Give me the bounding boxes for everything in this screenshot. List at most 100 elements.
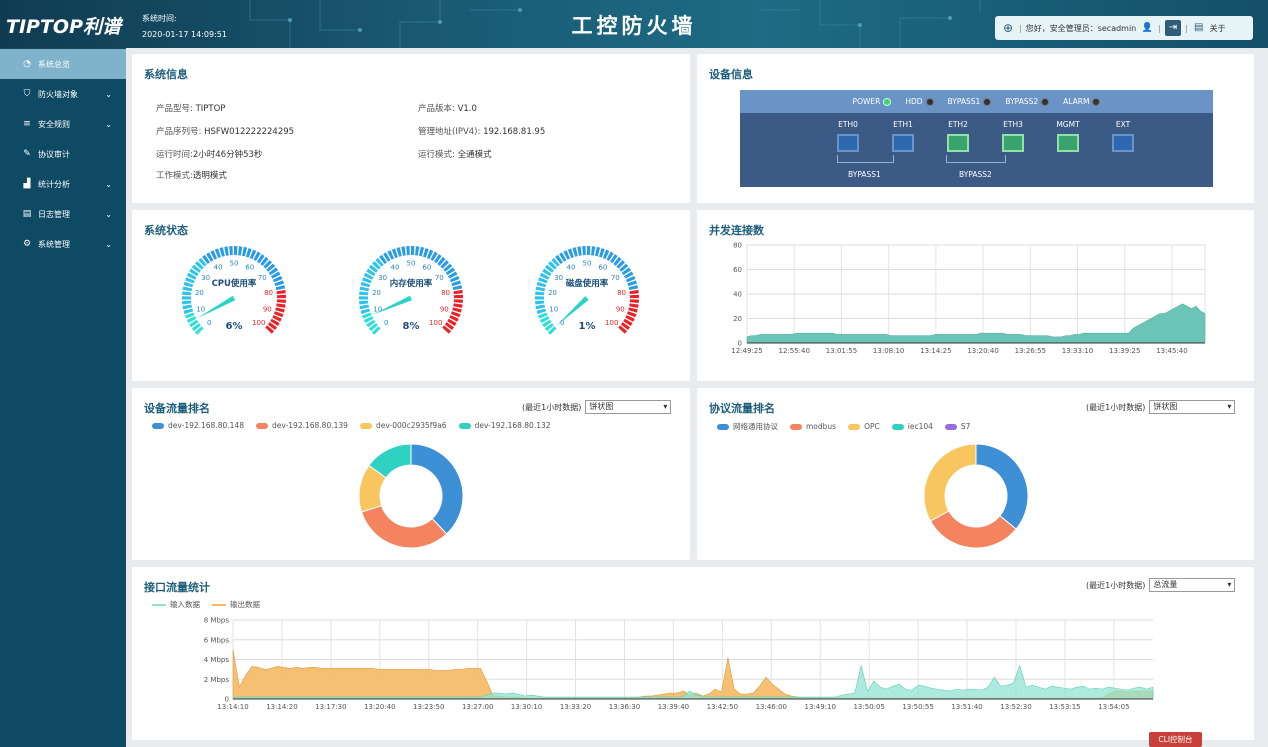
sidebar-item-2[interactable]: ≡ 安全规则 ⌄ [0,109,126,139]
globe-icon[interactable]: ⊕ [1001,21,1015,35]
sidebar-item-0[interactable]: ◔ 系统总览 [0,49,126,79]
gauge-segment [401,246,406,256]
gauge-segment [595,246,601,257]
gauge-tick-label: 100 [252,319,265,327]
gauge-segment [577,246,582,256]
bypass1-label: BYPASS1 [848,170,881,179]
gauge-tick-label: 10 [549,305,558,313]
run-mode-label: 运行模式: [418,150,455,160]
y-tick-label: 2 Mbps [204,676,230,684]
logout-icon[interactable]: ⇥ [1164,20,1181,36]
x-tick-label: 13:30:10 [511,703,542,711]
x-tick-label: 13:39:25 [1109,347,1140,355]
gauge-segment [276,299,286,304]
user-icon[interactable]: 👤 [1140,21,1154,35]
y-tick-label: 20 [733,315,742,323]
about-link[interactable]: 关于 [1210,23,1226,34]
app-header: TIPTOP利谱 系统时间: 2020-01-17 14:09:51 工控防火墙… [0,0,1268,48]
gauge: 010 20 30 40 50 60 70 80 90 100 CPU使用率 6% [182,246,286,335]
system-info-title: 系统信息 [144,68,188,81]
version-value: V1.0 [457,104,477,114]
port-icon[interactable] [1002,134,1024,152]
gauge-tick-label: 90 [440,305,449,313]
gauge-tick-label: 50 [583,260,592,268]
sidebar-item-4[interactable]: ▟ 统计分析 ⌄ [0,169,126,199]
gauge-tick-label: 100 [605,319,618,327]
model-value: TIPTOP [195,104,226,114]
gauge-label: CPU使用率 [212,278,257,289]
gauge-segment [453,294,463,299]
version-label: 产品版本: [418,104,455,114]
gauge-tick-label: 50 [407,260,416,268]
work-mode-label: 工作模式: [156,171,193,181]
x-tick-label: 13:20:40 [364,703,395,711]
led-dot [1041,98,1050,106]
led-dot [883,98,892,106]
protocol-traffic-pie [923,443,1029,549]
gauge-segment [629,303,639,308]
x-tick-label: 13:14:25 [920,347,951,355]
device-front-panel: POWER HDD BYPASS1 BYPASS2 ALARM ETH0 ETH1 ETH2… [740,90,1213,187]
sidebar-item-label: 协议审计 [38,149,70,159]
sidebar-item-6[interactable]: ⚙ 系统管理 ⌄ [0,229,126,259]
sidebar-item-1[interactable]: ⛉ 防火墙对象 ⌄ [0,79,126,109]
concurrent-panel: 并发连接数 0 20 40 60 80 12:49:25 12:55:40 13:01:55 1… [697,210,1254,381]
x-tick-label: 13:01:55 [826,347,857,355]
gauge-segment [406,246,410,256]
gauge-segment [219,247,225,257]
gauge-segment [453,299,463,304]
gauge-tick-label: 60 [422,263,431,271]
gauge-segment [182,296,192,300]
gauge-segment [415,246,420,256]
port-icon[interactable] [947,134,969,152]
x-tick-label: 13:50:05 [853,703,884,711]
x-tick-label: 13:20:40 [967,347,998,355]
gauge-value: 1% [579,321,596,332]
gauge-segment [411,246,415,256]
cli-console-button[interactable]: CLI控制台 [1149,732,1202,747]
gauge-segment [535,304,546,310]
user-toolbar: ⊕ | 您好，安全管理员：secadmin 👤 | ⇥ | ▤ 关于 [995,16,1253,40]
gauge-tick-label: 0 [207,319,211,327]
gauge-tick-label: 70 [611,274,620,282]
gauge-segment [535,296,545,300]
gauges-svg: 010203040 50 60708090100CPU使用率6% 010203040 5… [182,246,639,335]
device-traffic-panel: 设备流量排名 (最近1小时数据) 饼状图 dev-192.168.80.148d… [132,388,690,560]
gauge-label: 内存使用率 [390,278,433,289]
gauge-segment [591,246,596,256]
port-icon[interactable] [892,134,914,152]
app-title: 工控防火墙 [571,13,697,38]
book-icon: ▤ [22,209,32,219]
gauge-segment [359,304,370,310]
sidebar-item-3[interactable]: ✎ 协议审计 [0,139,126,169]
y-tick-label: 8 Mbps [204,617,230,625]
port-icon[interactable] [1112,134,1134,152]
device-info-title: 设备信息 [709,68,753,81]
sidebar: ◔ 系统总览 ⛉ 防火墙对象 ⌄ ≡ 安全规则 ⌄ ✎ 协议审计 ▟ 统计分析 ⌄ ▤ 日志管理 ⌄ ⚙ 系统管理… [0,48,126,747]
led-label: HDD [905,97,923,106]
gauge-segment [359,291,369,296]
bypass1-bracket [837,155,894,163]
run-mode-value: 全通模式 [457,150,492,160]
about-icon[interactable]: ▤ [1192,21,1206,35]
led-indicator: HDD [905,97,934,106]
gauge-tick-label: 90 [263,305,272,313]
sidebar-item-5[interactable]: ▤ 日志管理 ⌄ [0,199,126,229]
gauge-tick-label: 0 [384,319,388,327]
led-indicator: ALARM [1063,97,1101,106]
serial-label: 产品序列号: [156,127,202,137]
gauge-label: 磁盘使用率 [566,278,609,289]
port-icon[interactable] [1057,134,1079,152]
x-tick-label: 13:42:50 [707,703,738,711]
gauge-segment [224,246,229,256]
x-tick-label: 13:14:20 [266,703,297,711]
x-tick-label: 13:33:10 [1062,347,1093,355]
port-label: ETH1 [893,120,913,129]
gauge-tick-label: 80 [441,289,450,297]
x-tick-label: 13:46:00 [756,703,787,711]
wrench-icon: ✎ [23,149,31,159]
port-icon[interactable] [837,134,859,152]
port-label: ETH3 [1003,120,1023,129]
gauge-segment [587,246,591,256]
y-tick-label: 60 [733,266,742,274]
